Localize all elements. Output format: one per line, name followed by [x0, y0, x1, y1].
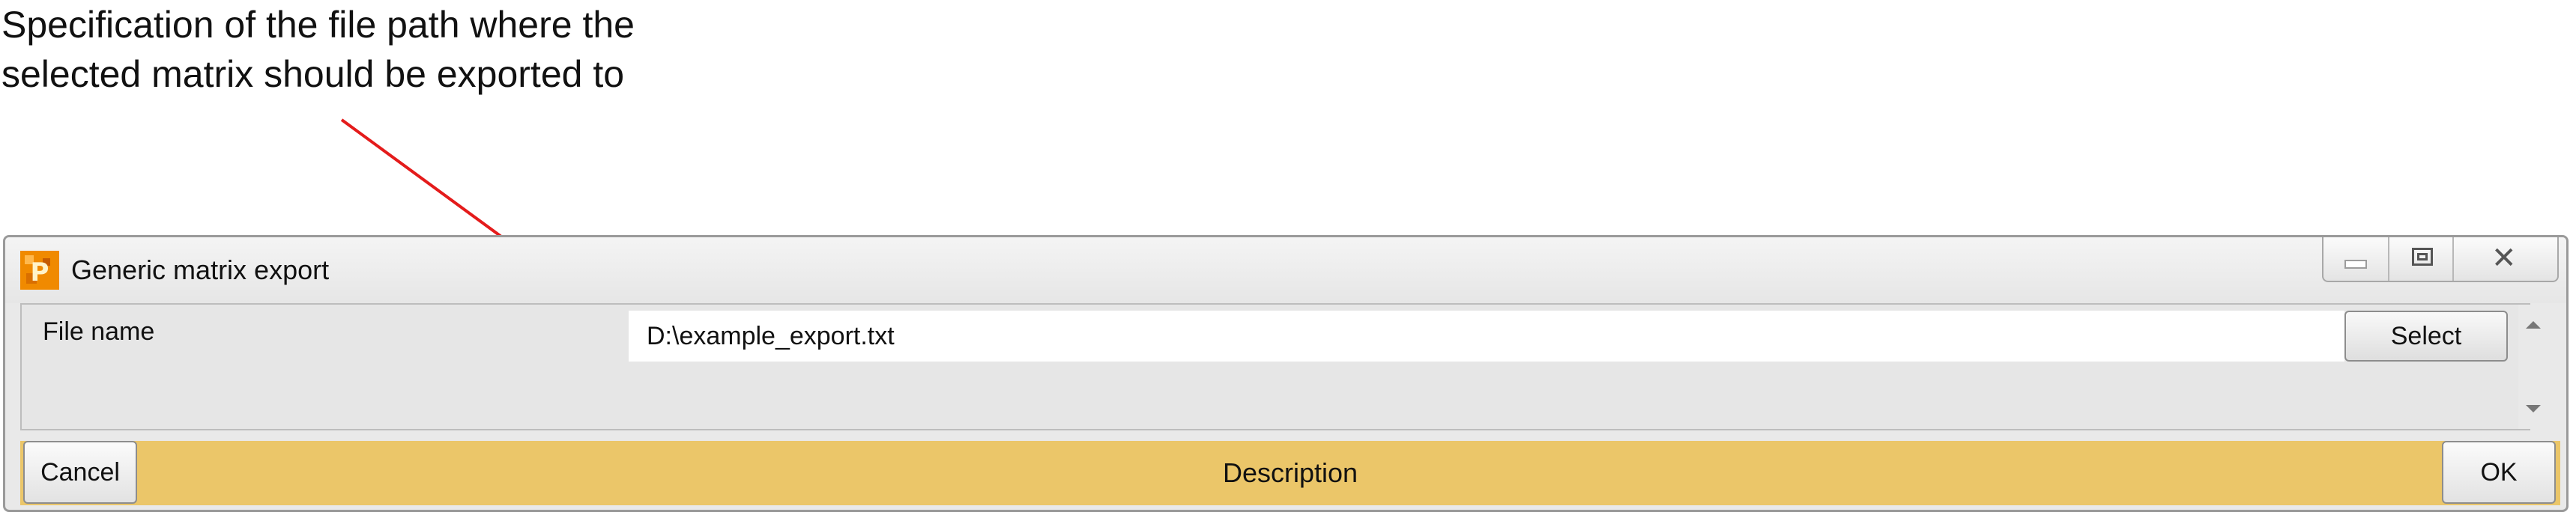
ok-button[interactable]: OK	[2442, 441, 2556, 504]
cancel-button[interactable]: Cancel	[23, 441, 137, 504]
form-panel: File name Select	[20, 303, 2530, 430]
scroll-down-icon[interactable]	[2526, 405, 2541, 412]
export-dialog-window: P Generic matrix export ✕ File name Sele…	[3, 235, 2569, 512]
svg-text:P: P	[31, 258, 49, 287]
app-logo-icon: P	[20, 251, 59, 290]
annotation-line-2: selected matrix should be exported to	[1, 53, 625, 95]
minimize-button[interactable]	[2323, 237, 2388, 281]
file-name-input[interactable]	[629, 311, 2344, 362]
scroll-up-icon[interactable]	[2526, 321, 2541, 329]
description-text: Description	[1222, 457, 1358, 488]
minimize-icon	[2344, 260, 2367, 269]
vertical-scrollbar[interactable]	[2518, 305, 2553, 429]
file-name-label: File name	[43, 317, 155, 346]
title-bar[interactable]: P Generic matrix export ✕	[5, 237, 2566, 303]
window-controls: ✕	[2322, 237, 2559, 282]
annotation-callout: Specification of the file path where the…	[1, 0, 826, 99]
description-bar: Description Cancel OK	[20, 441, 2560, 505]
close-icon: ✕	[2491, 241, 2517, 275]
restore-icon	[2412, 248, 2433, 266]
window-title: Generic matrix export	[71, 255, 330, 285]
maximize-button[interactable]	[2388, 237, 2452, 281]
close-button[interactable]: ✕	[2452, 237, 2557, 281]
annotation-line-1: Specification of the file path where the	[1, 4, 635, 46]
select-button[interactable]: Select	[2344, 311, 2508, 362]
